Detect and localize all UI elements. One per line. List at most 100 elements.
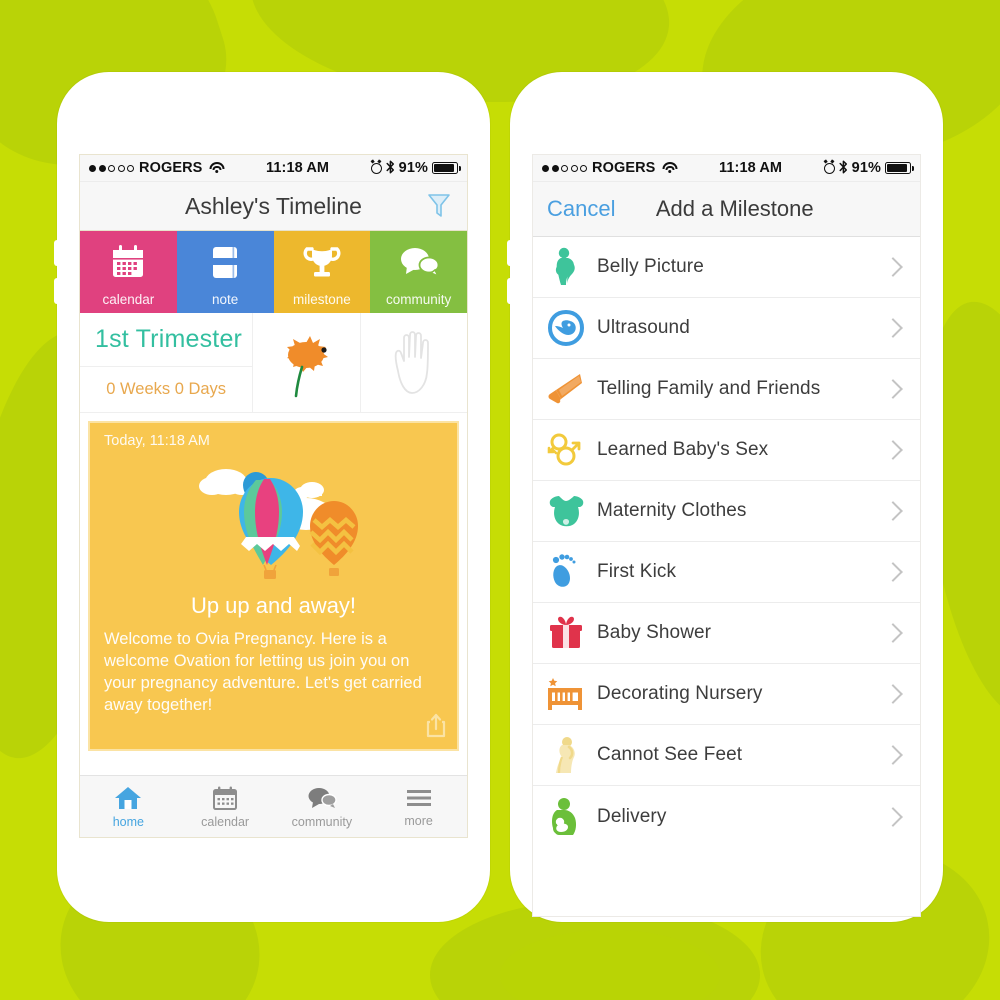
tile-community[interactable]: community [370, 231, 467, 313]
card-body-text: Welcome to Ovia Pregnancy. Here is a wel… [104, 630, 422, 714]
phone-device-left: ROGERS 11:18 AM 91% Ashley's Timeline ca… [54, 72, 490, 922]
trimester-progress-cell[interactable]: 0 Weeks 0 Days [80, 367, 252, 412]
chevron-right-icon [883, 440, 903, 460]
milestone-list: Belly Picture Ultrasound Telling Family … [533, 237, 920, 847]
milestone-navbar: Cancel Add a Milestone [533, 182, 920, 237]
list-item[interactable]: Learned Baby's Sex [533, 420, 920, 481]
list-item[interactable]: Belly Picture [533, 237, 920, 298]
status-bar-time: 11:18 AM [265, 160, 330, 176]
gender-symbols-icon [543, 427, 589, 473]
standing-woman-icon [543, 732, 589, 778]
list-item[interactable]: Ultrasound [533, 298, 920, 359]
list-item[interactable]: Delivery [533, 786, 920, 847]
milestone-label: Decorating Nursery [597, 683, 763, 704]
share-icon[interactable] [425, 712, 447, 743]
battery-percent: 91% [398, 160, 428, 176]
timeline-card-ovation[interactable]: Today, 11:18 AM Up up and away! Welcome … [88, 421, 459, 751]
milestone-label: Learned Baby's Sex [597, 439, 769, 460]
alarm-icon [370, 162, 382, 174]
volume-down-button[interactable] [54, 278, 59, 304]
milestone-label: Baby Shower [597, 622, 712, 643]
tab-label: more [404, 813, 433, 828]
chat-bubble-icon [370, 231, 467, 293]
trimester-title: 1st Trimester [95, 324, 243, 353]
calendar-icon [213, 786, 238, 810]
status-bar: ROGERS 11:18 AM 91% [80, 155, 467, 182]
tile-note[interactable]: note [176, 231, 274, 313]
tab-more[interactable]: more [370, 776, 467, 837]
filter-funnel-icon[interactable] [424, 191, 454, 221]
trimester-summary: 1st Trimester 0 Weeks 0 Days [80, 313, 467, 413]
battery-icon [432, 162, 461, 174]
home-icon [115, 786, 142, 809]
chevron-right-icon [883, 806, 903, 827]
status-bar-time: 11:18 AM [718, 160, 783, 176]
chevron-right-icon [883, 684, 903, 704]
tile-calendar[interactable]: calendar [80, 231, 177, 313]
battery-percent: 91% [851, 160, 881, 176]
gift-box-icon [543, 610, 589, 656]
tab-label: community [291, 814, 353, 829]
milestone-label: Maternity Clothes [597, 500, 747, 521]
notebook-icon [177, 231, 274, 293]
volume-up-button[interactable] [507, 240, 512, 266]
volume-down-button[interactable] [507, 278, 512, 304]
milestone-label: Delivery [597, 805, 667, 827]
poppy-flower-icon[interactable] [253, 313, 361, 412]
tile-label: calendar [102, 291, 155, 307]
phone-device-right: ROGERS 11:18 AM 91% Cancel Add a Milesto… [507, 72, 943, 922]
tile-label: milestone [292, 291, 351, 307]
tab-label: calendar [201, 814, 250, 829]
trimester-progress: 0 Weeks 0 Days [106, 379, 227, 398]
calendar-icon [80, 231, 177, 293]
chat-bubble-icon [308, 787, 337, 808]
milestone-label: Cannot See Feet [597, 744, 743, 765]
carrier-name: ROGERS [592, 160, 656, 176]
milestone-label: Belly Picture [597, 256, 704, 277]
baby-footprint-icon [543, 549, 589, 595]
wifi-icon [209, 162, 225, 174]
balloon-small [309, 501, 358, 576]
pregnant-silhouette-icon [543, 244, 589, 290]
status-bar: ROGERS 11:18 AM 91% [533, 155, 920, 182]
bluetooth-icon [839, 160, 848, 176]
milestone-label: Telling Family and Friends [597, 378, 821, 399]
tab-label: home [112, 814, 145, 829]
signal-strength-icon [542, 164, 587, 172]
hamburger-icon [406, 789, 431, 806]
alarm-icon [823, 162, 835, 174]
volume-up-button[interactable] [54, 240, 59, 266]
chevron-right-icon [883, 379, 903, 399]
hand-outline-icon[interactable] [361, 313, 467, 412]
list-item[interactable]: Baby Shower [533, 603, 920, 664]
poster-canvas: ROGERS 11:18 AM 91% Ashley's Timeline ca… [0, 0, 1000, 1000]
timeline-navbar: Ashley's Timeline [80, 182, 467, 231]
chevron-right-icon [883, 318, 903, 338]
background-brush [500, 930, 720, 1000]
list-item[interactable]: Decorating Nursery [533, 664, 920, 725]
milestone-label: Ultrasound [597, 317, 690, 338]
wifi-icon [662, 162, 678, 174]
bluetooth-icon [386, 160, 395, 176]
carrier-name: ROGERS [139, 160, 203, 176]
list-item[interactable]: Telling Family and Friends [533, 359, 920, 420]
tab-community[interactable]: community [274, 776, 371, 837]
chevron-right-icon [883, 501, 903, 521]
signal-strength-icon [89, 164, 134, 172]
page-title: Add a Milestone [655, 196, 814, 221]
list-item[interactable]: Maternity Clothes [533, 481, 920, 542]
tile-label: community [385, 291, 452, 307]
maternity-top-icon [543, 488, 589, 534]
balloon-large [238, 478, 303, 579]
chevron-right-icon [883, 257, 903, 277]
tab-calendar[interactable]: calendar [177, 776, 274, 837]
tab-home[interactable]: home [80, 776, 177, 837]
ultrasound-icon [543, 305, 589, 351]
list-item[interactable]: First Kick [533, 542, 920, 603]
tile-label: note [211, 291, 239, 307]
trimester-title-cell[interactable]: 1st Trimester [80, 313, 253, 367]
list-item[interactable]: Cannot See Feet [533, 725, 920, 786]
tile-milestone[interactable]: milestone [273, 231, 371, 313]
trophy-icon [274, 231, 371, 293]
cancel-button[interactable]: Cancel [547, 196, 615, 222]
